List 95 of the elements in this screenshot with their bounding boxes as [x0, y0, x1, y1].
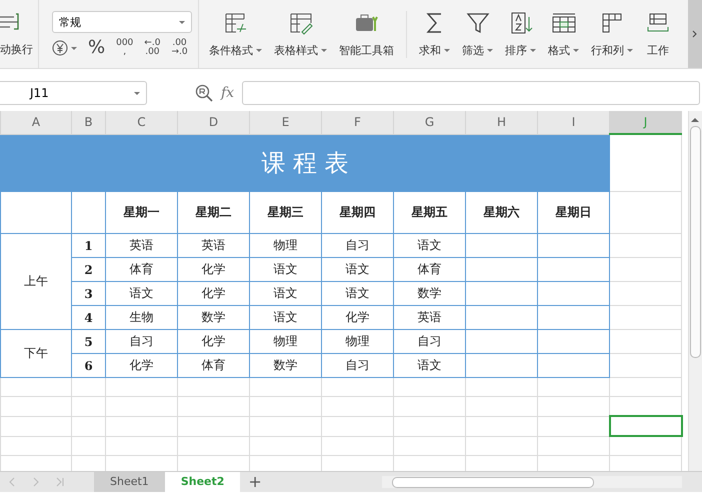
subject-cell: 语文	[250, 258, 322, 282]
subject-cell: 语文	[322, 258, 394, 282]
vertical-scrollbar[interactable]	[688, 111, 702, 471]
scrollbar-thumb[interactable]	[690, 126, 701, 358]
toolbar-button[interactable]: 格式	[542, 10, 585, 58]
horizontal-scrollbar[interactable]	[382, 476, 682, 488]
subject-cell: 英语	[394, 306, 466, 330]
toolbar-button[interactable]: 行和列	[585, 10, 639, 58]
subject-cell: 数学	[178, 306, 250, 330]
column-header[interactable]: B	[72, 111, 106, 134]
timetable-title: 课 程 表	[0, 134, 610, 192]
column-header[interactable]: F	[322, 111, 394, 134]
active-cell[interactable]	[610, 416, 682, 436]
subject-cell: 化学	[106, 354, 178, 378]
subject-cell: 语文	[394, 234, 466, 258]
table-grid-icon	[550, 10, 576, 34]
grid-cell[interactable]	[610, 378, 682, 396]
toolbar-button[interactable]: 筛选	[456, 10, 499, 58]
toolbar-button[interactable]: 排序	[499, 10, 542, 58]
lesson-number: 2	[72, 258, 106, 282]
day-header: 星期一	[106, 192, 178, 234]
day-header: 星期六	[466, 192, 538, 234]
chevron-right-icon	[692, 30, 698, 38]
lesson-number: 6	[72, 354, 106, 378]
subject-cell: 语文	[250, 282, 322, 306]
day-header: 星期日	[538, 192, 610, 234]
toolbar-button[interactable]: 求和	[413, 10, 456, 58]
add-sheet-button[interactable]: +	[248, 474, 262, 490]
day-header: 星期五	[394, 192, 466, 234]
subject-cell: 化学	[178, 282, 250, 306]
lesson-number: 3	[72, 282, 106, 306]
tab-nav-arrow-icon[interactable]	[56, 477, 64, 487]
subject-cell: 自习	[322, 234, 394, 258]
name-box[interactable]: J11	[0, 81, 147, 105]
number-format-button[interactable]: 000 ,	[116, 39, 134, 57]
toolbar-button[interactable]: 工作	[639, 10, 677, 58]
subject-cell: 生物	[106, 306, 178, 330]
subject-cell: 物理	[250, 330, 322, 354]
column-header[interactable]: H	[466, 111, 538, 134]
lesson-number: 5	[72, 330, 106, 354]
arrow-up-icon[interactable]	[691, 117, 700, 122]
subject-cell: 化学	[178, 330, 250, 354]
table-pen-icon	[288, 10, 314, 34]
period-label: 上午	[0, 234, 72, 330]
subject-cell: 自习	[394, 330, 466, 354]
period-label: 下午	[0, 330, 72, 378]
scrollbar-thumb[interactable]	[392, 476, 594, 488]
number-format-button[interactable]: .00 →.0	[171, 39, 188, 57]
day-header: 星期三	[250, 192, 322, 234]
subject-cell: 语文	[322, 282, 394, 306]
formula-input[interactable]	[242, 81, 700, 105]
subject-cell: 物理	[250, 234, 322, 258]
subject-cell: 自习	[322, 354, 394, 378]
number-format-button[interactable]: ←.0 .00	[144, 39, 160, 57]
caret-icon	[134, 92, 140, 94]
zoom-icon[interactable]	[195, 84, 213, 102]
filter-icon	[464, 10, 490, 34]
day-header: 星期二	[178, 192, 250, 234]
day-header: 星期四	[322, 192, 394, 234]
subject-cell: 语文	[394, 354, 466, 378]
column-header[interactable]: E	[250, 111, 322, 134]
subject-cell: 英语	[106, 234, 178, 258]
table-chart-icon	[222, 10, 248, 34]
subject-cell: 体育	[106, 258, 178, 282]
subject-cell: 数学	[394, 282, 466, 306]
toolbar-button[interactable]: 智能工具箱	[333, 10, 407, 58]
subject-cell: 化学	[322, 306, 394, 330]
subject-cell: 自习	[106, 330, 178, 354]
column-header[interactable]: G	[394, 111, 466, 134]
lesson-number: 4	[72, 306, 106, 330]
function-button[interactable]: fx	[221, 85, 234, 101]
column-header[interactable]: A	[0, 111, 72, 134]
subject-cell: 化学	[178, 258, 250, 282]
subject-cell: 体育	[178, 354, 250, 378]
sheet-tab[interactable]: Sheet1	[94, 472, 165, 492]
column-header[interactable]: D	[178, 111, 250, 134]
toolbar-button[interactable]: 表格样式	[268, 10, 333, 58]
grid-cell[interactable]	[610, 436, 682, 456]
subject-cell: 数学	[250, 354, 322, 378]
subject-cell: 语文	[106, 282, 178, 306]
toolbar-button[interactable]: 条件格式	[203, 10, 268, 58]
column-header[interactable]: I	[538, 111, 610, 134]
wrap-text-label[interactable]: 动换行	[0, 42, 33, 56]
table-grid-icon	[645, 10, 671, 34]
column-header[interactable]: C	[106, 111, 178, 134]
caret-icon	[179, 20, 185, 24]
subject-cell: 语文	[250, 306, 322, 330]
ribbon-scroll-button[interactable]	[688, 0, 702, 68]
number-format-button[interactable]: %	[88, 39, 106, 57]
number-format-dropdown[interactable]: 常规	[52, 11, 192, 33]
subject-cell: 物理	[322, 330, 394, 354]
subject-cell: 英语	[178, 234, 250, 258]
subject-cell: 体育	[394, 258, 466, 282]
lesson-number: 1	[72, 234, 106, 258]
currency-icon[interactable]	[52, 40, 68, 56]
